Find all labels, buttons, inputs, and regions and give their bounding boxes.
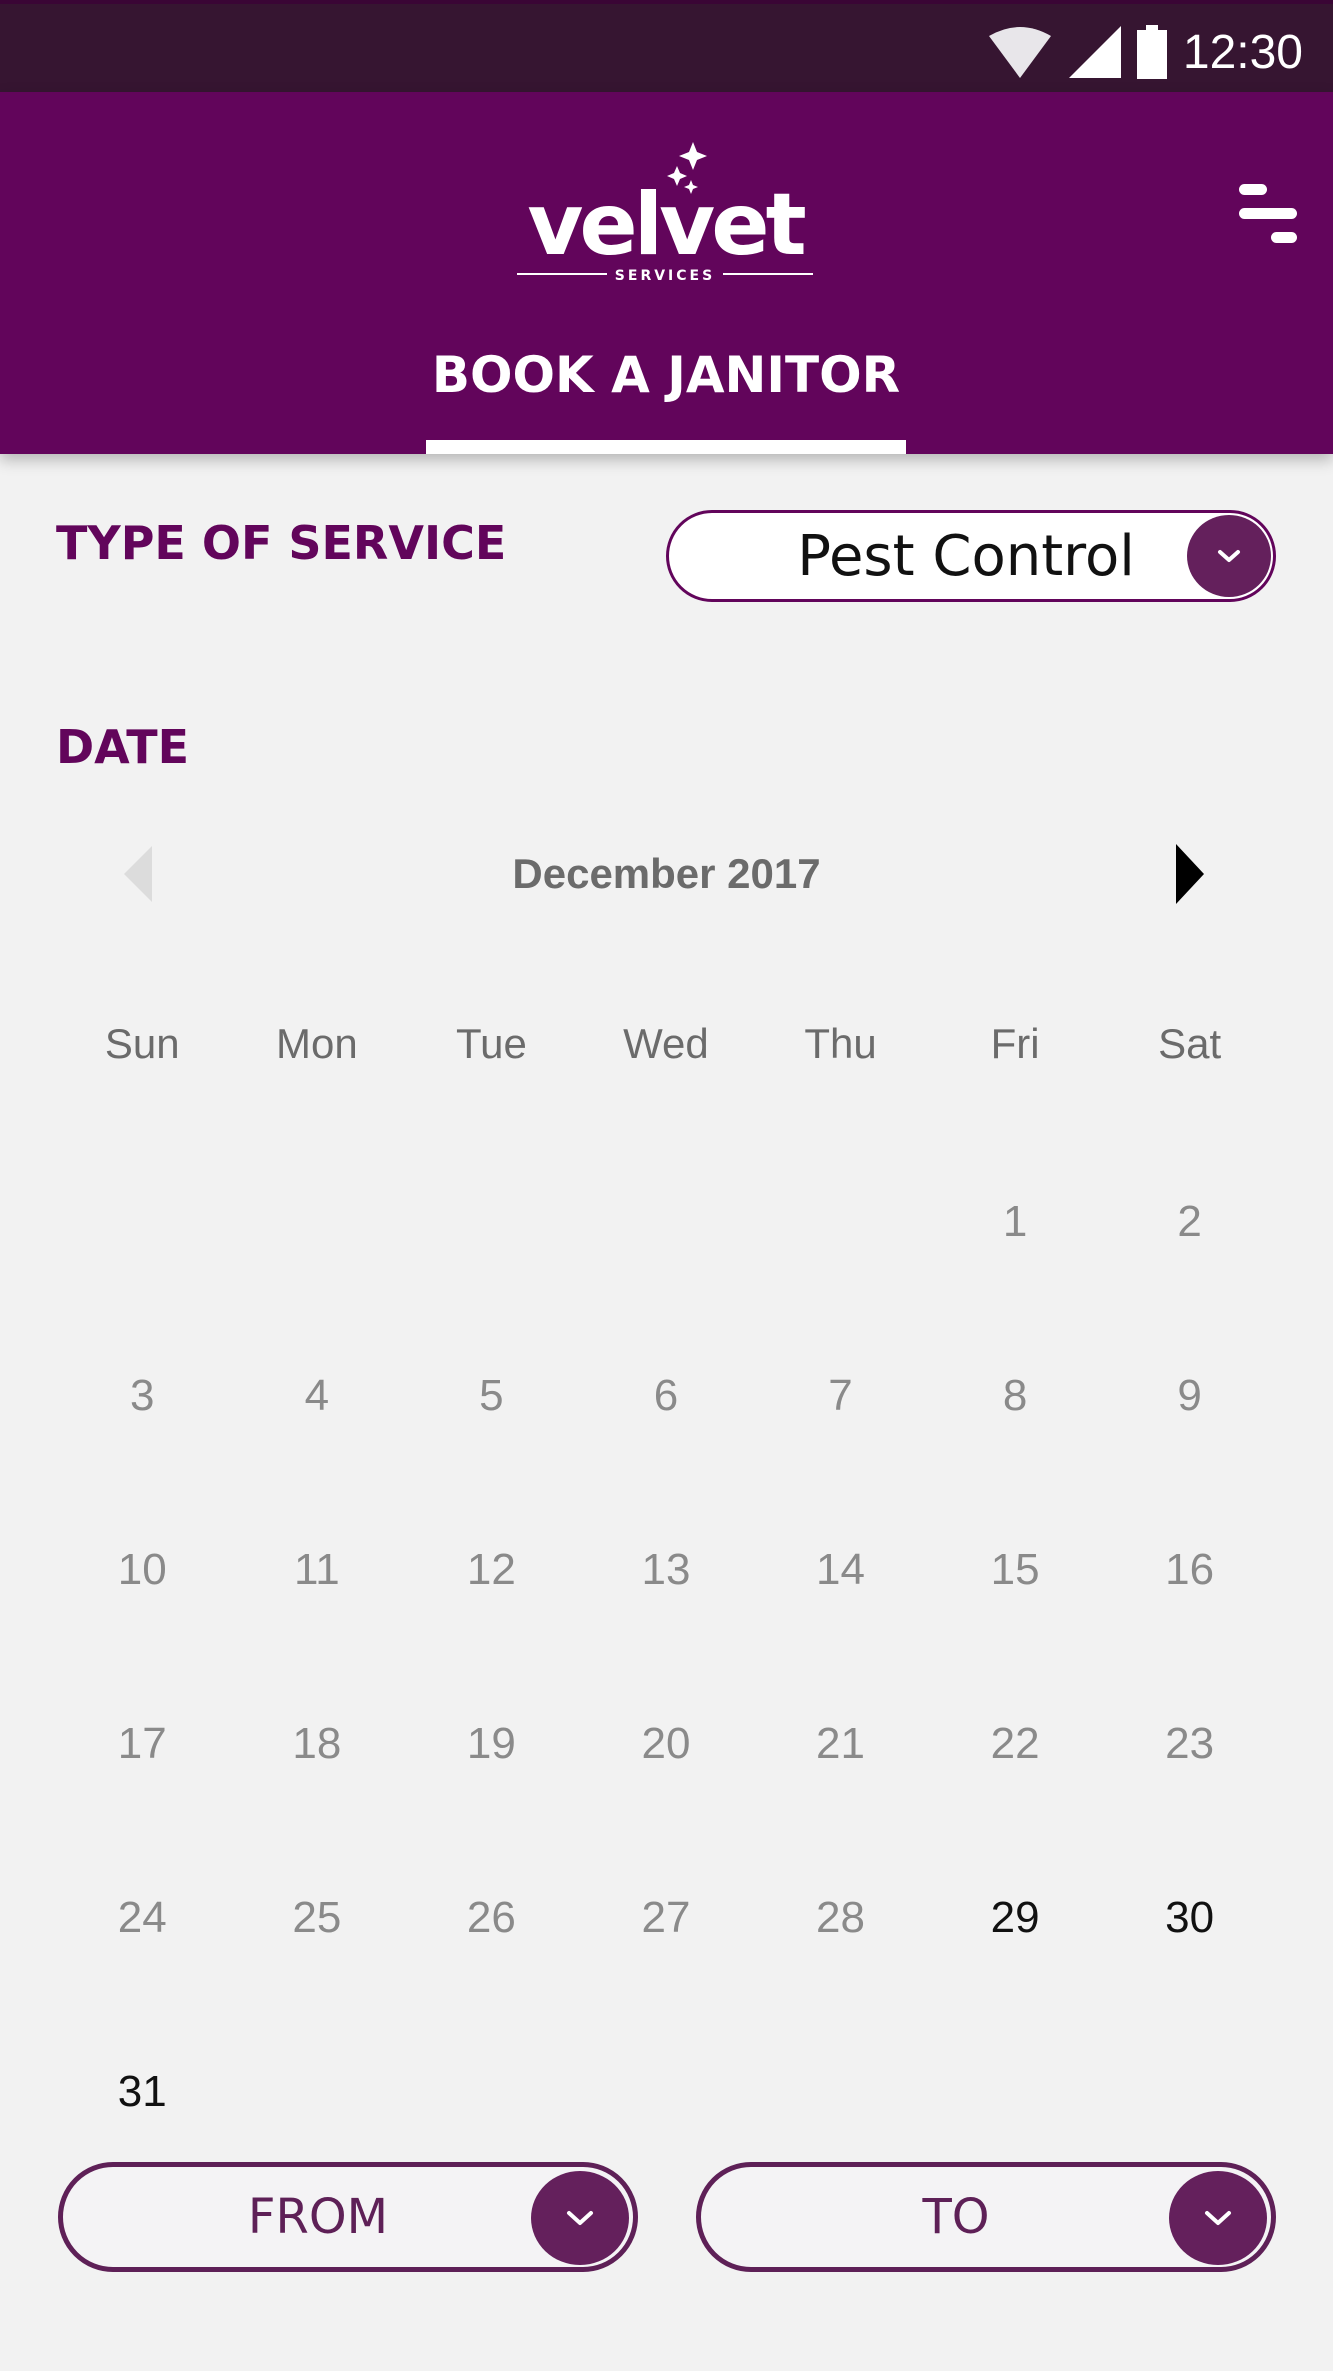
- calendar-day[interactable]: 6: [579, 1334, 754, 1508]
- calendar-day[interactable]: 15: [928, 1508, 1103, 1682]
- tab-active-indicator: [426, 440, 906, 454]
- status-icons: 12:30: [987, 22, 1303, 82]
- calendar-grid: 1 2 3 4 5 6 7 8 9 10 11 12 13 14 15 16 17 18 19 20 21 22 23 24 2…: [55, 1160, 1277, 2204]
- calendar-day[interactable]: 19: [404, 1682, 579, 1856]
- weekday-label: Fri: [990, 1020, 1040, 1067]
- calendar-day[interactable]: 12: [404, 1508, 579, 1682]
- calendar-day[interactable]: 4: [230, 1334, 405, 1508]
- velvet-logo: velvet SERVICES: [517, 142, 813, 282]
- calendar-week-row: 12: [55, 1160, 1277, 1334]
- weekday-label: Wed: [623, 1020, 709, 1067]
- calendar-day[interactable]: 29: [928, 1856, 1103, 2030]
- status-time: 12:30: [1182, 25, 1303, 79]
- calendar-day[interactable]: 23: [1102, 1682, 1277, 1856]
- weekday-label: Sun: [104, 1020, 180, 1067]
- to-time-dropdown[interactable]: TO: [696, 2162, 1276, 2272]
- calendar-day[interactable]: 16: [1102, 1508, 1277, 1682]
- from-time-dropdown[interactable]: FROM: [58, 2162, 638, 2272]
- menu-icon: [1231, 184, 1297, 244]
- cellular-signal-icon: [1068, 26, 1121, 78]
- calendar-empty-cell: [404, 1160, 579, 1334]
- calendar-day[interactable]: 9: [1102, 1334, 1277, 1508]
- tab-label: BOOK A JANITOR: [431, 346, 901, 404]
- calendar-day[interactable]: 25: [230, 1856, 405, 2030]
- calendar-day[interactable]: 3: [55, 1334, 230, 1508]
- service-type-value: Pest Control: [797, 523, 1135, 589]
- calendar-day[interactable]: 1: [928, 1160, 1103, 1334]
- calendar-day[interactable]: 2: [1102, 1160, 1277, 1334]
- calendar-day[interactable]: 20: [579, 1682, 754, 1856]
- calendar-empty-cell: [55, 1160, 230, 1334]
- calendar-day[interactable]: 7: [753, 1334, 928, 1508]
- service-dropdown-button[interactable]: [1187, 515, 1271, 597]
- chevron-down-icon: [567, 2211, 593, 2225]
- tab-book-a-janitor[interactable]: BOOK A JANITOR: [426, 342, 906, 454]
- calendar-week-row: 17 18 19 20 21 22 23: [55, 1682, 1277, 1856]
- calendar-empty-cell: [579, 1160, 754, 1334]
- calendar-day[interactable]: 27: [579, 1856, 754, 2030]
- menu-button[interactable]: [1231, 184, 1297, 244]
- calendar-day[interactable]: 10: [55, 1508, 230, 1682]
- weekday-label: Sat: [1158, 1020, 1222, 1067]
- month-navigation: December 2017: [0, 830, 1333, 920]
- calendar-day[interactable]: 13: [579, 1508, 754, 1682]
- chevron-down-icon: [1205, 2211, 1231, 2225]
- date-label: DATE: [56, 720, 190, 774]
- calendar-day[interactable]: 18: [230, 1682, 405, 1856]
- app-header: velvet SERVICES BOOK A JANITOR: [0, 92, 1333, 454]
- wifi-icon: [988, 27, 1051, 78]
- service-type-dropdown[interactable]: Pest Control: [666, 510, 1276, 602]
- calendar-day[interactable]: 8: [928, 1334, 1103, 1508]
- to-dropdown-button[interactable]: [1169, 2171, 1267, 2265]
- sparkle-icon: [679, 142, 707, 170]
- battery-icon: [1136, 25, 1167, 79]
- calendar-day[interactable]: 14: [753, 1508, 928, 1682]
- calendar-day[interactable]: 17: [55, 1682, 230, 1856]
- calendar-week-row: 24 25 26 27 28 29 30: [55, 1856, 1277, 2030]
- weekday-label: Tue: [455, 1020, 527, 1067]
- weekday-label: Mon: [275, 1020, 358, 1067]
- month-title: December 2017: [512, 850, 821, 897]
- chevron-down-icon: [1218, 550, 1240, 562]
- weekday-header: Sun Mon Tue Wed Thu Fri Sat: [55, 1020, 1277, 1068]
- calendar-empty-cell: [230, 1160, 405, 1334]
- service-type-label: TYPE OF SERVICE: [56, 516, 507, 570]
- calendar-day[interactable]: 30: [1102, 1856, 1277, 2030]
- calendar-day[interactable]: 26: [404, 1856, 579, 2030]
- calendar-day[interactable]: 5: [404, 1334, 579, 1508]
- weekday-label: Thu: [804, 1020, 877, 1067]
- calendar-day[interactable]: 21: [753, 1682, 928, 1856]
- calendar-week-row: 3456789: [55, 1334, 1277, 1508]
- calendar-day[interactable]: 22: [928, 1682, 1103, 1856]
- to-label: TO: [922, 2189, 990, 2245]
- logo-subtext: SERVICES: [615, 268, 715, 282]
- logo-text: velvet: [527, 175, 805, 275]
- status-bar: 12:30: [0, 0, 1333, 92]
- from-label: FROM: [247, 2189, 389, 2245]
- calendar-day[interactable]: 11: [230, 1508, 405, 1682]
- calendar-week-row: 10 11 12 13 14 15 16: [55, 1508, 1277, 1682]
- calendar-day[interactable]: 28: [753, 1856, 928, 2030]
- calendar-day[interactable]: 24: [55, 1856, 230, 2030]
- from-dropdown-button[interactable]: [531, 2171, 629, 2265]
- calendar-empty-cell: [753, 1160, 928, 1334]
- next-month-arrow-icon[interactable]: [1172, 844, 1212, 904]
